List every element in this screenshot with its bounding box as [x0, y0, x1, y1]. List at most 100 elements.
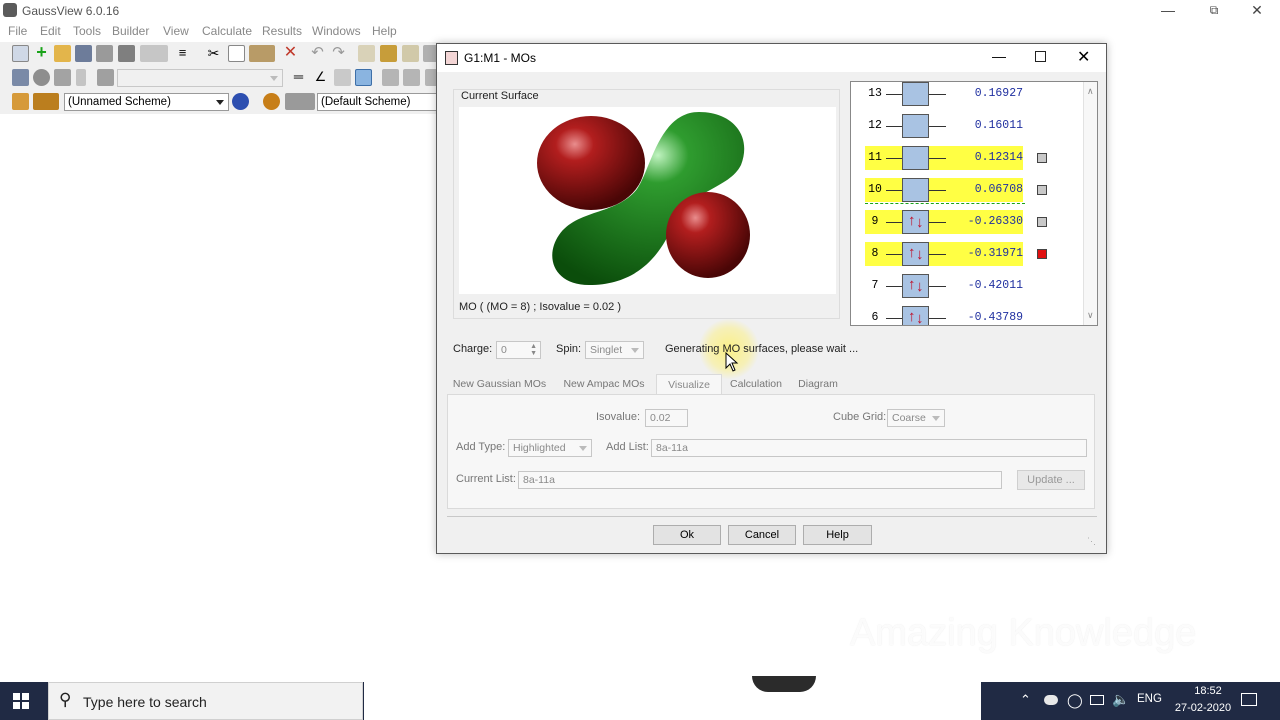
menu-tools[interactable]: Tools [73, 24, 101, 38]
symmetry-icon[interactable] [358, 45, 375, 62]
globe-icon[interactable] [232, 93, 249, 110]
save-icon[interactable] [75, 45, 92, 62]
tab-new-gaussian-mos[interactable]: New Gaussian MOs [447, 374, 552, 394]
menu-calculate[interactable]: Calculate [202, 24, 252, 38]
mo-surface-checkbox[interactable] [1037, 185, 1047, 195]
copy-icon[interactable] [228, 45, 245, 62]
add-valence-icon[interactable] [382, 69, 399, 86]
windows-start-icon[interactable] [13, 693, 29, 709]
undo-icon[interactable]: ↶ [309, 45, 326, 62]
mo-level-row[interactable]: ↑ ↓ 7 -0.42011 [851, 274, 1083, 298]
mo-orbital-box[interactable] [902, 178, 929, 202]
clock-date[interactable]: 27-02-2020 [1168, 702, 1238, 714]
mo-orbital-box[interactable] [902, 146, 929, 170]
language-indicator[interactable]: ENG [1137, 693, 1162, 705]
mo-level-row[interactable]: ↑ ↓ 9 -0.26330 [851, 210, 1083, 234]
redo-icon[interactable]: ↷ [330, 45, 347, 62]
mo-orbital-box[interactable]: ↑ ↓ [902, 242, 929, 266]
menu-results[interactable]: Results [262, 24, 302, 38]
r-group-icon[interactable] [54, 69, 71, 86]
display-scheme-select[interactable]: (Default Scheme) [317, 93, 442, 111]
color-scheme-icon[interactable] [12, 93, 29, 110]
notifications-icon[interactable] [1241, 693, 1257, 706]
add-icon[interactable]: + [33, 43, 50, 62]
mo-orbital-box[interactable]: ↑ ↓ [902, 306, 929, 325]
mo-list-scrollbar[interactable]: ∧ ∨ [1083, 82, 1097, 325]
mo-orbital-box[interactable] [902, 82, 929, 106]
mo-orbital-box[interactable] [902, 114, 929, 138]
onedrive-icon[interactable] [1044, 695, 1058, 705]
element-icon[interactable] [12, 69, 29, 86]
menu-view[interactable]: View [163, 24, 189, 38]
tray-chevron-icon[interactable]: ⌃ [1020, 692, 1031, 708]
ok-button[interactable]: Ok [653, 525, 721, 545]
spin-select[interactable]: Singlet [585, 341, 644, 359]
color-scheme-menu-icon[interactable] [33, 93, 59, 110]
add-list-input[interactable]: 8a-11a [651, 439, 1087, 457]
cube-grid-select[interactable]: Coarse [887, 409, 945, 427]
angle-icon[interactable]: ∠ [312, 69, 329, 86]
tab-new-ampac-mos[interactable]: New Ampac MOs [554, 374, 654, 394]
resize-grip-icon[interactable]: ⋱ [1087, 536, 1096, 547]
camera-icon[interactable] [118, 45, 135, 62]
inquire-icon[interactable] [355, 69, 372, 86]
isovalue-input[interactable]: 0.02 [645, 409, 688, 427]
minimize-icon[interactable]: — [1145, 0, 1191, 22]
tab-calculation[interactable]: Calculation [724, 374, 788, 394]
atom-scheme-select[interactable]: (Unnamed Scheme) [64, 93, 229, 111]
mo-level-row[interactable]: 13 0.16927 [851, 82, 1083, 106]
open-folder-icon[interactable] [54, 45, 71, 62]
dialog-maximize-icon[interactable] [1035, 51, 1046, 62]
mo-surface-view[interactable] [459, 107, 836, 294]
current-list-input[interactable]: 8a-11a [518, 471, 1002, 489]
spin-arrows-icon[interactable]: ▲ ▼ [530, 343, 537, 357]
mo-surface-checkbox[interactable] [1037, 153, 1047, 163]
bond-icon[interactable]: ═ [290, 69, 307, 86]
save-image-icon[interactable] [140, 45, 168, 62]
taskbar-search-box[interactable]: ⚲ Type here to search [48, 682, 363, 720]
tab-diagram[interactable]: Diagram [790, 374, 846, 394]
delete-atom-icon[interactable] [403, 69, 420, 86]
update-button[interactable]: Update ... [1017, 470, 1085, 490]
print-icon[interactable] [96, 45, 113, 62]
list-icon[interactable]: ≡ [174, 45, 191, 62]
mo-level-row[interactable]: ↑ ↓ 6 -0.43789 [851, 306, 1083, 325]
tab-visualize[interactable]: Visualize [656, 374, 722, 394]
clean-icon[interactable] [380, 45, 397, 62]
paste-icon[interactable] [249, 45, 275, 62]
delete-icon[interactable]: ✕ [282, 45, 299, 62]
restore-icon[interactable]: ⧉ [1191, 0, 1237, 22]
help-button[interactable]: Help [803, 525, 872, 545]
mo-orbital-box[interactable]: ↑ ↓ [902, 274, 929, 298]
dialog-minimize-icon[interactable]: — [992, 48, 1006, 64]
menu-windows[interactable]: Windows [312, 24, 361, 38]
new-file-icon[interactable] [12, 45, 29, 62]
mo-surface-checkbox[interactable] [1037, 217, 1047, 227]
clock-time[interactable]: 18:52 [1178, 685, 1238, 697]
menu-file[interactable]: File [8, 24, 27, 38]
volume-icon[interactable]: 🔈 [1112, 691, 1129, 708]
network-globe-icon[interactable]: ◯ [1067, 692, 1083, 709]
close-icon[interactable]: ✕ [1234, 0, 1280, 22]
menu-help[interactable]: Help [372, 24, 397, 38]
mo-level-row[interactable]: 11 0.12314 [851, 146, 1083, 170]
add-type-select[interactable]: Highlighted [508, 439, 592, 457]
charge-spinbox[interactable]: 0 ▲ ▼ [496, 341, 541, 359]
cut-icon[interactable]: ✂ [205, 45, 222, 62]
display-scheme-menu-icon[interactable] [285, 93, 315, 110]
mo-level-row[interactable]: 12 0.16011 [851, 114, 1083, 138]
tool-icon[interactable] [402, 45, 419, 62]
mo-level-row[interactable]: 10 0.06708 [851, 178, 1083, 202]
mo-level-row[interactable]: ↑ ↓ 8 -0.31971 [851, 242, 1083, 266]
scroll-down-icon[interactable]: ∨ [1087, 310, 1094, 321]
biological-icon[interactable] [76, 69, 86, 86]
dihedral-icon[interactable] [334, 69, 351, 86]
custom-fragment-icon[interactable] [97, 69, 114, 86]
dialog-close-icon[interactable]: ✕ [1077, 47, 1090, 67]
display-scheme-icon[interactable] [263, 93, 280, 110]
mo-orbital-box[interactable]: ↑ ↓ [902, 210, 929, 234]
cancel-button[interactable]: Cancel [728, 525, 796, 545]
scroll-up-icon[interactable]: ∧ [1087, 86, 1094, 97]
fragment-combo[interactable] [117, 69, 283, 87]
mo-level-list[interactable]: 13 0.16927 12 0.16011 11 0.12314 10 0.06708 ↑ ↓ 9-… [850, 81, 1098, 326]
